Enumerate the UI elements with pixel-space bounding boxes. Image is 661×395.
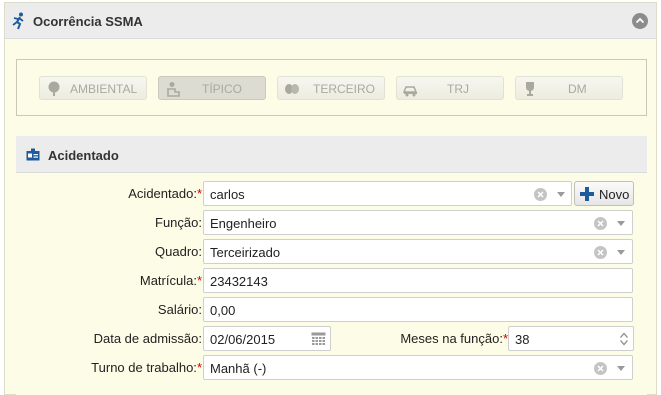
funcao-row: Função: Engenheiro [16, 210, 647, 235]
person-desk-icon [167, 82, 180, 97]
clear-icon[interactable] [594, 217, 607, 230]
running-person-icon [12, 12, 24, 30]
type-label: TRJ [447, 82, 469, 96]
data-admissao-label: Data de admissão: [93, 331, 202, 346]
chevron-down-icon[interactable] [617, 366, 625, 371]
occurrence-type-group: AMBIENTAL TÍPICO TERCEIRO TRJ DM [16, 59, 647, 116]
turno-row: Turno de trabalho:* Manhã (-) [16, 355, 647, 380]
chevron-down-icon[interactable] [617, 221, 625, 226]
clear-icon[interactable] [594, 362, 607, 375]
data-admissao-input[interactable]: 02/06/2015 [203, 326, 331, 351]
calendar-icon[interactable] [311, 332, 326, 346]
page-title: Ocorrência SSMA [33, 14, 143, 29]
collapse-button[interactable] [632, 13, 648, 29]
meses-funcao-label: Meses na função:* [400, 331, 508, 346]
clear-icon[interactable] [534, 188, 547, 201]
novo-button[interactable]: Novo [574, 181, 634, 206]
required-marker: * [196, 186, 202, 201]
type-trj-button[interactable]: TRJ [396, 76, 504, 100]
quadro-select[interactable]: Terceirizado [203, 239, 633, 264]
clear-icon[interactable] [594, 246, 607, 259]
salario-value: 0,00 [210, 303, 236, 318]
acidentado-label-text: Acidentado: [128, 186, 197, 201]
section-title: Acidentado [48, 148, 119, 163]
meses-funcao-label-text: Meses na função: [400, 331, 503, 346]
turno-value: Manhã (-) [210, 361, 267, 376]
type-label: TERCEIRO [313, 82, 376, 96]
matricula-label: Matrícula:* [140, 273, 202, 288]
data-admissao-value: 02/06/2015 [210, 332, 276, 347]
acidentado-label: Acidentado:* [128, 186, 202, 201]
funcao-label: Função: [155, 215, 202, 230]
funcao-value: Engenheiro [210, 216, 277, 231]
chevron-down-icon[interactable] [617, 250, 625, 255]
acidentado-row: Acidentado:* carlos Novo [16, 181, 647, 206]
panel-header: Ocorrência SSMA [5, 3, 656, 39]
ocorrencia-panel: Ocorrência SSMA AMBIENTAL TÍPICO TERCEIR… [4, 2, 657, 395]
acidentado-value: carlos [210, 187, 245, 202]
type-tipico-button[interactable]: TÍPICO [158, 76, 266, 100]
section-header: Acidentado [16, 136, 647, 173]
required-marker: * [196, 273, 202, 288]
id-card-icon [26, 148, 40, 161]
quadro-value: Terceirizado [210, 245, 281, 260]
required-marker: * [196, 360, 202, 375]
chevron-down-icon[interactable] [557, 192, 565, 197]
car-crash-icon [403, 86, 418, 97]
funcao-select[interactable]: Engenheiro [203, 210, 633, 235]
turno-label: Turno de trabalho:* [91, 360, 202, 375]
type-label: AMBIENTAL [70, 82, 138, 96]
stepper-arrows-icon[interactable] [620, 331, 628, 347]
quadro-label: Quadro: [155, 244, 202, 259]
chevron-up-icon [635, 17, 645, 24]
matricula-value: 23432143 [210, 274, 268, 289]
quadro-row: Quadro: Terceirizado [16, 239, 647, 264]
plus-icon [580, 187, 594, 201]
turno-label-text: Turno de trabalho: [91, 360, 197, 375]
salario-input[interactable]: 0,00 [203, 297, 633, 322]
type-dm-button[interactable]: DM [515, 76, 623, 100]
admissao-row: Data de admissão: 02/06/2015 Meses na fu… [16, 326, 647, 351]
tree-icon [48, 81, 60, 96]
salario-label: Salário: [157, 302, 202, 317]
trophy-icon [526, 82, 534, 96]
meses-funcao-value: 38 [515, 332, 530, 347]
salario-row: Salário: 0,00 [16, 297, 647, 322]
turno-select[interactable]: Manhã (-) [203, 355, 633, 380]
type-ambiental-button[interactable]: AMBIENTAL [39, 76, 147, 100]
matricula-row: Matrícula:* 23432143 [16, 268, 647, 293]
acidentado-select[interactable]: carlos [203, 181, 572, 206]
type-label: DM [568, 82, 587, 96]
type-terceiro-button[interactable]: TERCEIRO [277, 76, 385, 100]
type-label: TÍPICO [202, 82, 243, 96]
novo-label: Novo [599, 187, 630, 202]
meses-funcao-stepper[interactable]: 38 [508, 326, 634, 351]
acidentado-section: Acidentado Acidentado:* carlos Novo Funç… [16, 136, 647, 395]
matricula-input[interactable]: 23432143 [203, 268, 633, 293]
handshake-icon [285, 84, 299, 94]
matricula-label-text: Matrícula: [139, 273, 197, 288]
